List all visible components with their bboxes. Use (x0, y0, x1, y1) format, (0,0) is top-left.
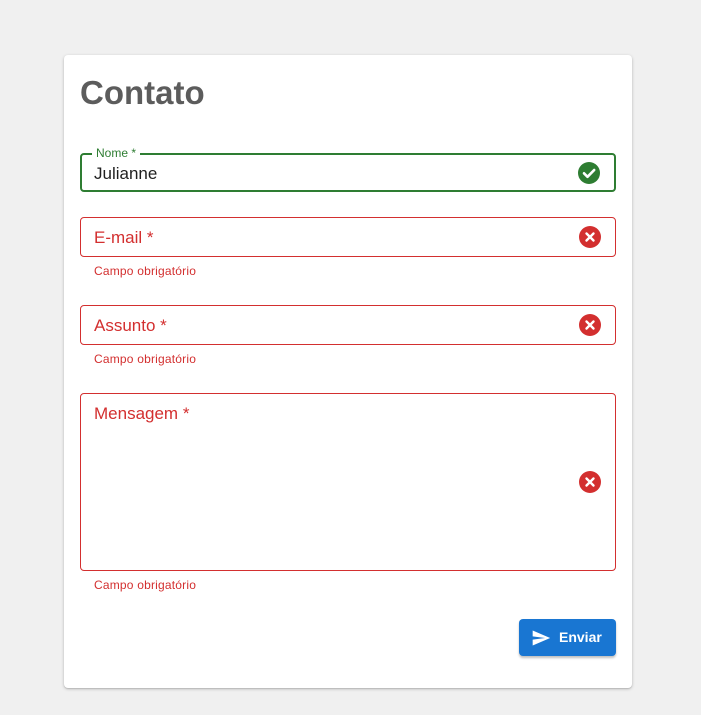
name-field-value[interactable]: Julianne (94, 163, 157, 185)
check-circle-icon (578, 162, 600, 184)
subject-field-helper-text: Campo obrigatório (94, 352, 197, 366)
send-button[interactable]: Enviar (519, 619, 616, 656)
name-field[interactable]: Nome * Julianne (80, 146, 616, 192)
send-icon (532, 630, 551, 646)
error-circle-icon (579, 471, 601, 493)
message-textarea[interactable]: Mensagem * (80, 393, 616, 571)
message-field-label: Mensagem * (94, 404, 190, 423)
subject-field-label: Assunto * (94, 316, 167, 335)
error-circle-icon (579, 314, 601, 336)
subject-field[interactable]: Assunto * (80, 305, 616, 345)
error-circle-icon (579, 226, 601, 248)
contact-form-card: Contato Nome * Julianne E-mail * Campo o… (64, 55, 632, 688)
message-field-helper-text: Campo obrigatório (94, 578, 197, 592)
email-field-label: E-mail * (94, 228, 154, 247)
name-field-label: Nome * (92, 146, 141, 160)
email-field-helper-text: Campo obrigatório (94, 264, 197, 278)
email-field[interactable]: E-mail * (80, 217, 616, 257)
form-title: Contato (80, 74, 205, 111)
send-button-label: Enviar (559, 629, 602, 645)
